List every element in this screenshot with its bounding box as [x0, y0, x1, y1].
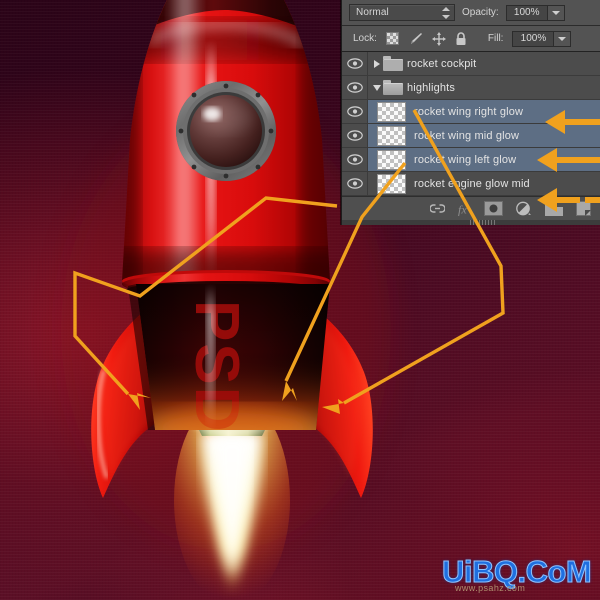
watermark: UiBQ.CoM www.psahz.com: [442, 556, 594, 596]
row-arrow-right-glow: [545, 110, 600, 134]
arrowhead-left-fin: [128, 393, 151, 410]
canvas-arrowheads: [128, 381, 344, 414]
callout-line-left-glow: [73, 196, 338, 396]
arrowhead-mid-fin: [282, 381, 297, 401]
row-pointer-arrows: [537, 110, 600, 212]
arrowhead-right-fin: [322, 399, 344, 414]
screenshot-root: PSD Normal Opacity: 100% Lock: Fill: 100…: [0, 0, 600, 600]
watermark-url: www.psahz.com: [455, 583, 526, 593]
annotation-arrows-overlay: [73, 109, 600, 414]
row-arrow-mid-glow: [537, 148, 600, 172]
callout-line-right-glow: [343, 109, 505, 405]
row-arrow-left-glow: [537, 188, 600, 212]
callout-line-mid-glow: [284, 161, 407, 382]
